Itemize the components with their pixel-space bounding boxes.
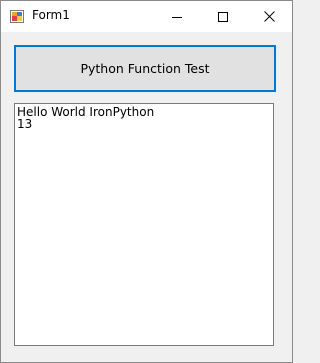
button-label: Python Function Test [80,61,210,76]
maximize-button[interactable] [200,1,246,32]
title-bar[interactable]: Form1 [1,1,292,32]
output-textbox[interactable]: Hello World IronPython 13 [14,103,274,346]
minimize-button[interactable] [154,1,200,32]
python-function-test-button[interactable]: Python Function Test [14,45,276,92]
form-app-icon [10,10,24,23]
maximize-icon [218,11,228,22]
window-title: Form1 [32,8,70,22]
close-button[interactable] [246,1,292,32]
output-line: Hello World IronPython [17,105,155,119]
form-window: Form1 Python Function Test Hello World I… [0,0,293,363]
close-icon [263,11,275,22]
output-line: 13 [17,117,33,131]
minimize-icon [172,16,182,18]
